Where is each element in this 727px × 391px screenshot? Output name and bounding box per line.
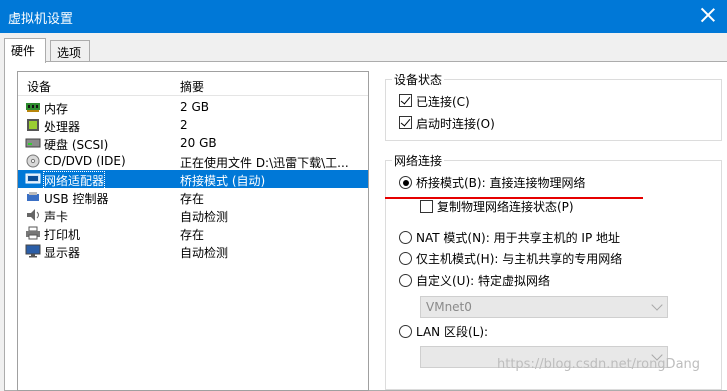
processor-icon — [27, 119, 39, 131]
custom-label[interactable]: 自定义(U): 特定虚拟网络 — [416, 272, 550, 289]
tab-hardware[interactable]: 硬件 — [4, 38, 46, 63]
device-row-printer[interactable]: 打印机 存在 — [18, 224, 368, 242]
device-list-header: 设备 摘要 — [18, 72, 368, 96]
connect-on-power-on-label[interactable]: 启动时连接(O) — [416, 115, 495, 132]
bridged-radio[interactable] — [399, 176, 412, 189]
sound-card-icon — [27, 209, 39, 221]
usb-icon — [27, 192, 39, 201]
device-row-hard-disk[interactable]: 硬盘 (SCSI) 20 GB — [18, 134, 368, 152]
watermark: https://blog.csdn.net/rongDang — [497, 357, 701, 372]
device-row-sound-card[interactable]: 声卡 自动检测 — [18, 206, 368, 224]
window-title: 虚拟机设置 — [8, 12, 74, 27]
device-summary: 自动检测 — [180, 210, 229, 224]
connected-label[interactable]: 已连接(C) — [416, 93, 470, 110]
connected-checkbox[interactable] — [399, 94, 412, 107]
nat-label[interactable]: NAT 模式(N): 用于共享主机的 IP 地址 — [416, 229, 620, 246]
printer-icon — [26, 226, 40, 240]
network-connection-title: 网络连接 — [392, 152, 445, 169]
nat-radio[interactable] — [399, 231, 412, 244]
close-icon[interactable] — [699, 6, 717, 24]
device-row-display[interactable]: 显示器 自动检测 — [18, 242, 368, 260]
device-name: CD/DVD (IDE) — [44, 154, 126, 168]
device-row-memory[interactable]: 内存 2 GB — [18, 98, 368, 116]
replicate-state-checkbox[interactable] — [420, 200, 433, 213]
display-icon — [25, 244, 41, 258]
device-summary: 2 — [180, 118, 188, 132]
device-summary: 自动检测 — [180, 246, 229, 260]
device-row-processor[interactable]: 处理器 2 — [18, 116, 368, 134]
tab-options[interactable]: 选项 — [50, 40, 90, 62]
device-row-network-adapter[interactable]: 网络适配器 桥接模式 (自动) — [18, 170, 368, 190]
device-name: 打印机 — [44, 228, 81, 242]
hard-disk-icon — [25, 138, 41, 148]
column-header-device[interactable]: 设备 — [27, 78, 51, 95]
lan-segment-radio[interactable] — [399, 325, 412, 338]
device-summary: 存在 — [180, 192, 205, 206]
lan-segment-label[interactable]: LAN 区段(L): — [416, 323, 488, 340]
device-summary: 桥接模式 (自动) — [180, 174, 266, 188]
chevron-down-icon — [651, 299, 663, 311]
device-summary: 2 GB — [180, 100, 209, 114]
memory-icon — [26, 103, 40, 112]
device-name: USB 控制器 — [44, 192, 109, 206]
device-list[interactable]: 设备 摘要 内存 2 GB 处理器 2 硬盘 (SCSI) 20 GB CD/D… — [17, 71, 369, 391]
connect-on-power-on-checkbox[interactable] — [399, 116, 412, 129]
device-row-cd-dvd[interactable]: CD/DVD (IDE) 正在使用文件 D:\迅雷下载\工... — [18, 152, 368, 170]
device-status-title: 设备状态 — [392, 71, 445, 88]
device-name: 硬盘 (SCSI) — [44, 138, 109, 152]
custom-network-select[interactable]: VMnet0 — [420, 296, 668, 318]
bridged-label[interactable]: 桥接模式(B): 直接连接物理网络 — [416, 174, 585, 191]
device-name: 处理器 — [44, 120, 81, 134]
device-summary: 正在使用文件 D:\迅雷下载\工... — [180, 156, 349, 170]
host-only-label[interactable]: 仅主机模式(H): 与主机共享的专用网络 — [416, 250, 622, 267]
custom-network-value: VMnet0 — [426, 300, 472, 314]
cd-dvd-icon — [26, 154, 40, 168]
column-header-summary[interactable]: 摘要 — [180, 78, 204, 95]
device-summary: 存在 — [180, 228, 205, 242]
device-name: 显示器 — [44, 246, 81, 260]
host-only-radio[interactable] — [399, 252, 412, 265]
title-bar: 虚拟机设置 — [0, 0, 727, 33]
device-name: 网络适配器 — [42, 171, 106, 190]
device-summary: 20 GB — [180, 136, 217, 150]
device-name: 声卡 — [44, 210, 69, 224]
network-adapter-icon — [25, 173, 41, 184]
device-row-usb-controller[interactable]: USB 控制器 存在 — [18, 188, 368, 206]
custom-radio[interactable] — [399, 274, 412, 287]
replicate-state-label[interactable]: 复制物理网络连接状态(P) — [437, 198, 574, 215]
device-name: 内存 — [44, 102, 69, 116]
